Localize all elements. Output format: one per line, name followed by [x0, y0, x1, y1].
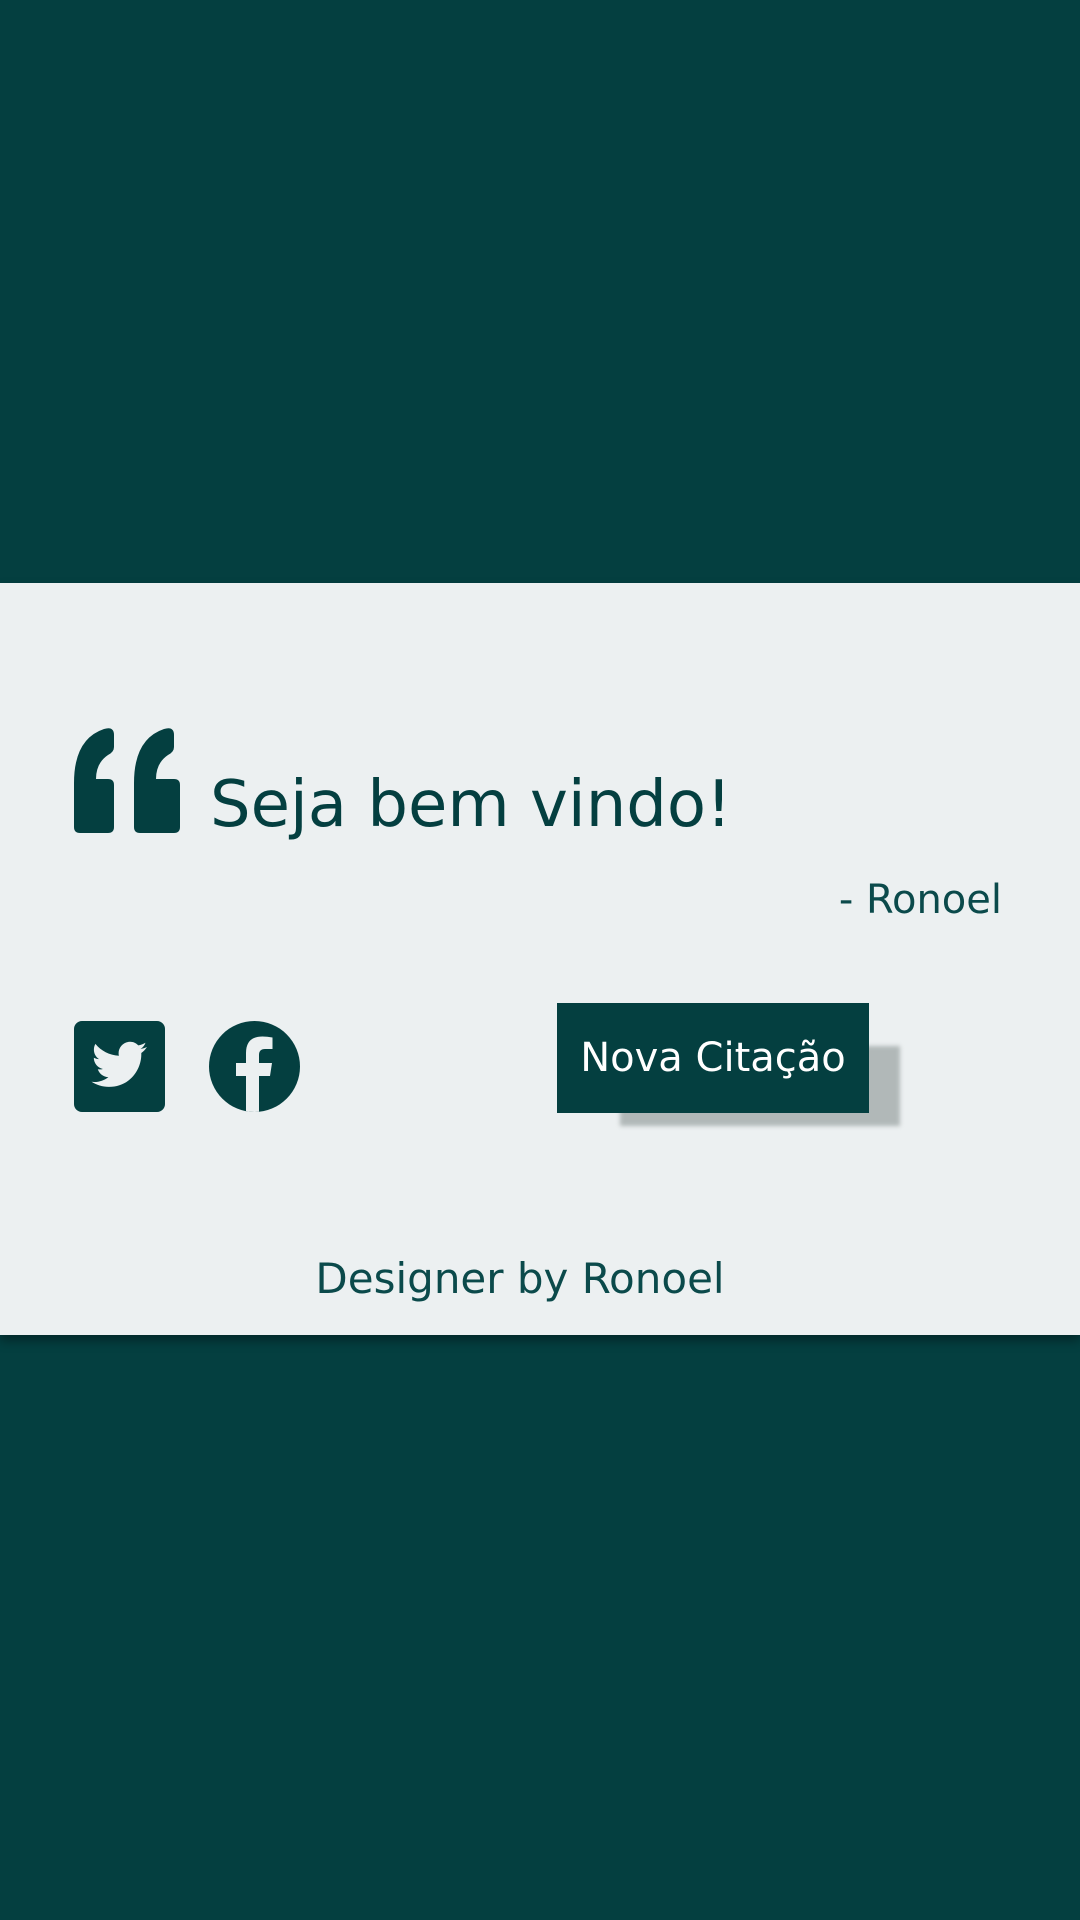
quote-text: Seja bem vindo!	[210, 768, 732, 842]
quote-card: Seja bem vindo! - Ronoel Nova Citação De…	[0, 583, 1080, 1335]
new-quote-button[interactable]: Nova Citação	[557, 1003, 869, 1113]
facebook-icon[interactable]	[209, 1021, 300, 1112]
quote-left-icon	[74, 728, 180, 833]
footer-credit: Designer by Ronoel	[315, 1254, 725, 1303]
quote-author: - Ronoel	[838, 877, 1002, 923]
twitter-icon[interactable]	[74, 1021, 165, 1112]
